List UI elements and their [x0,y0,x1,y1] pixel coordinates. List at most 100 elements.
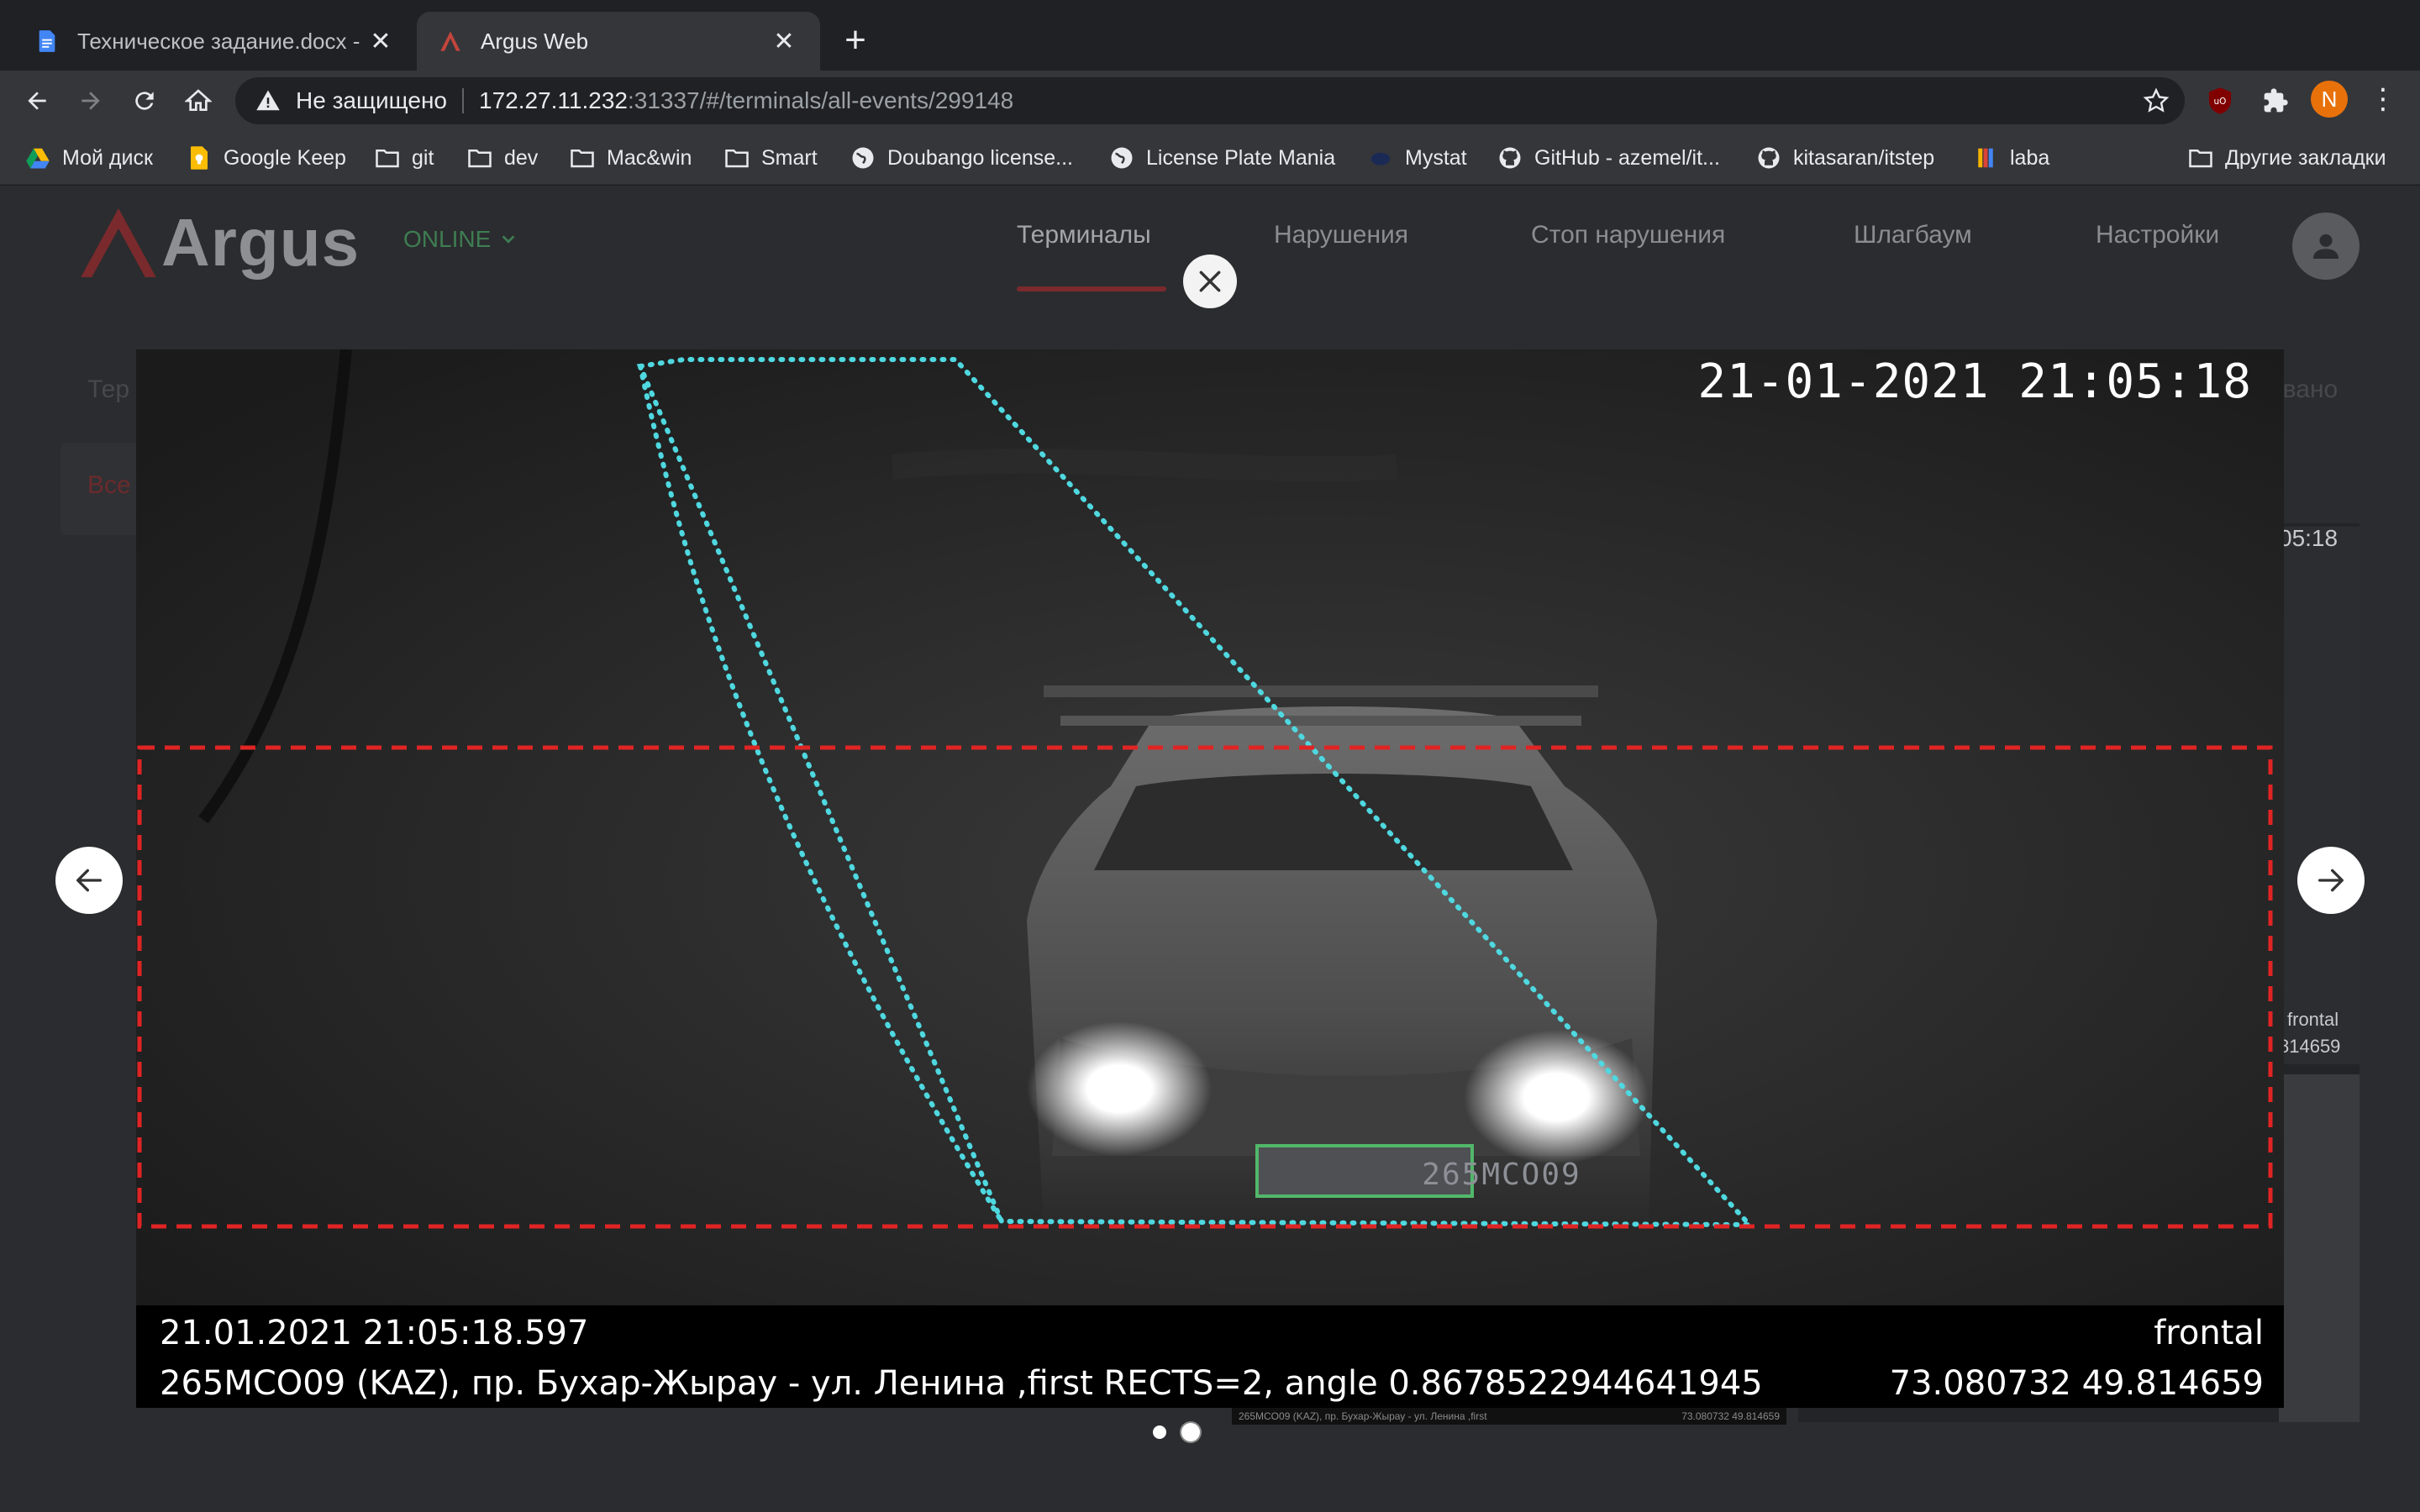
close-icon [1199,270,1221,292]
next-image-button[interactable] [2297,847,2365,914]
bookmark-star-icon[interactable] [2143,87,2170,114]
headlight-left [1027,1021,1212,1156]
bookmark-folder-git[interactable]: git [375,143,434,173]
chevron-down-icon [502,235,515,244]
google-docs-icon [39,30,55,52]
camera-frame [136,349,2284,1305]
globe-icon [852,147,874,169]
folder-icon [376,150,399,168]
tab-google-docs[interactable]: Техническое задание.docx - Google ✕ [13,12,417,71]
mystat-icon [1370,152,1391,165]
slide-dot-1[interactable] [1153,1425,1166,1439]
folder-icon [725,150,749,168]
status-dropdown[interactable]: ONLINE [403,226,518,253]
profile-avatar[interactable]: N [2311,81,2348,118]
bookmark-label: kitasaran/itstep [1793,145,1935,170]
security-label: Не защищено [296,87,447,113]
caption-coordinates: 73.080732 49.814659 [1889,1364,2264,1403]
argus-logo-icon [81,208,156,277]
bookmark-label: GitHub - azemel/it... [1534,145,1720,170]
separator [462,88,464,113]
arrow-left-icon [76,869,103,892]
logo-text: Argus [161,205,360,280]
laba-icon [1978,148,1993,168]
tab-argus-web[interactable]: Argus Web ✕ [417,12,820,71]
filter-all-label: Все [87,471,131,499]
bookmark-label: git [412,145,434,170]
extensions-icon[interactable] [2260,86,2291,116]
back-icon[interactable] [18,82,55,119]
user-icon [2313,234,2338,259]
breadcrumb-fragment: Тер [87,375,130,403]
argus-logo-icon [440,31,460,51]
nav-terminals[interactable]: Терминалы [1017,221,1151,249]
card-type-fragment: frontal [2287,1009,2339,1030]
bookmark-label: License Plate Mania [1146,145,1336,170]
bookmark-mystat[interactable]: Mystat [1368,143,1467,173]
caption-details: 265MCO09 (KAZ), пр. Бухар-Жырау - ул. Ле… [160,1364,1763,1403]
status-label: ONLINE [403,226,492,252]
bookmark-label: Mystat [1405,145,1467,170]
slide-indicator [1153,1423,1200,1441]
bookmark-github-kitasaran[interactable]: kitasaran/itstep [1756,143,1934,173]
previous-image-button[interactable] [55,847,123,914]
bookmark-label: Smart [761,145,818,170]
app-logo[interactable]: Argus [81,204,360,281]
folder-icon [571,150,594,168]
nav-active-indicator [1017,286,1166,291]
background-caption-right: 73.080732 49.814659 [1681,1410,1780,1422]
globe-icon [1111,147,1133,169]
tab-title: Техническое задание.docx - Google [77,28,366,54]
google-keep-icon [191,146,208,170]
ublock-icon[interactable]: uO [2205,86,2235,116]
bookmark-github-azemel[interactable]: GitHub - azemel/it... [1497,143,1720,173]
url-host: 172.27.11.232 [479,87,628,113]
bookmark-folder-dev[interactable]: dev [467,143,538,173]
google-drive-icon [26,148,50,169]
bookmark-folder-macwin[interactable]: Mac&win [570,143,692,173]
bookmark-label: laba [2010,145,2050,170]
arrow-right-icon [2318,869,2344,892]
bookmark-laba[interactable]: laba [1973,143,2049,173]
slide-dot-2[interactable] [1181,1423,1200,1441]
bookmark-label: dev [504,145,539,170]
home-icon[interactable] [180,82,217,119]
bookmark-my-drive[interactable]: Мой диск [25,143,153,173]
browser-menu-icon[interactable]: ⋮ [2368,84,2398,114]
warning-icon [256,90,280,111]
github-icon [1499,147,1521,169]
bookmark-license-plate-mania[interactable]: License Plate Mania [1109,143,1335,173]
headlight-right [1464,1030,1649,1164]
tab-close-icon[interactable]: ✕ [770,27,798,55]
bookmark-doubango[interactable]: Doubango license... [850,143,1073,173]
image-caption: 21.01.2021 21:05:18.597 frontal 265MCO09… [136,1305,2284,1408]
bookmark-other[interactable]: Другие закладки [2188,143,2386,173]
background-caption-left: 265MCO09 (KAZ), пр. Бухар-Жырау - ул. Ле… [1239,1410,1487,1422]
bookmark-google-keep[interactable]: Google Keep [187,143,346,173]
bookmark-label: Doubango license... [887,145,1073,170]
card-time-fragment: 05:18 [2279,525,2338,551]
caption-timestamp: 21.01.2021 21:05:18.597 [160,1314,589,1352]
browser-tab-strip: Техническое задание.docx - Google ✕ Argu… [0,0,2420,71]
tab-close-icon[interactable]: ✕ [366,27,395,55]
bookmark-folder-smart[interactable]: Smart [724,143,818,173]
bookmark-label: Mac&win [607,145,692,170]
nav-violations[interactable]: Нарушения [1274,221,1408,249]
nav-settings[interactable]: Настройки [2096,221,2219,249]
address-bar[interactable]: Не защищено 172.27.11.232 :31337/#/termi… [235,77,2185,124]
bookmark-label: Google Keep [224,145,346,170]
new-tab-button[interactable]: + [837,22,874,60]
tab-title: Argus Web [481,28,589,54]
nav-stop-violations[interactable]: Стоп нарушения [1531,221,1725,249]
close-viewer-button[interactable] [1183,255,1237,308]
forward-icon[interactable] [72,82,109,119]
reload-icon[interactable] [126,82,163,119]
bookmark-label: Мой диск [62,145,153,170]
event-card-image [2279,527,2360,1064]
nav-barrier[interactable]: Шлагбаум [1854,221,1972,249]
bookmark-label: Другие закладки [2225,145,2386,170]
user-avatar[interactable] [2292,213,2360,280]
caption-type: frontal [2154,1314,2264,1352]
camera-timestamp: 21-01-2021 21:05:18 [1697,354,2252,409]
github-icon [1758,147,1780,169]
